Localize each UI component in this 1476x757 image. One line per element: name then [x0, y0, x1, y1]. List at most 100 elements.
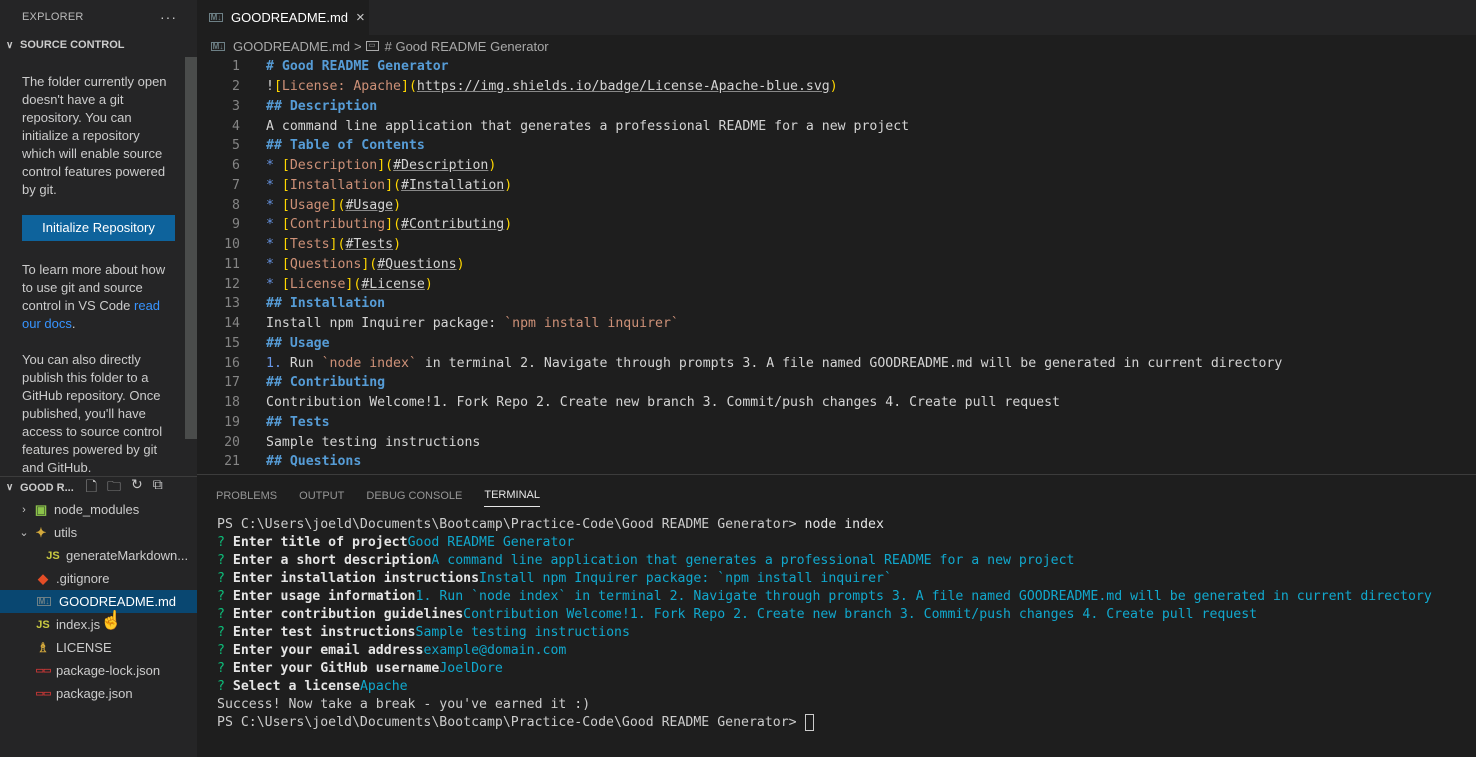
folder-header[interactable]: ∨ GOOD R... 🗋 🗀 ↻ ⧉ [0, 476, 197, 498]
tree-item-label: LICENSE [56, 640, 112, 655]
tab-goodreadme[interactable]: M↓ GOODREADME.md × [197, 0, 369, 35]
js-icon: JS [36, 618, 50, 631]
ellipsis-icon[interactable]: ··· [160, 9, 177, 25]
tab-terminal[interactable]: TERMINAL [484, 483, 540, 507]
tree-item-label: node_modules [54, 502, 140, 517]
line-number: 11 [224, 256, 240, 272]
code-line[interactable]: 12 * [License](#License) [197, 274, 1476, 294]
terminal-success-line: Success! Now take a break - you've earne… [217, 696, 591, 712]
line-content: * [Installation](#Installation) [266, 177, 513, 193]
initialize-repository-button[interactable]: Initialize Repository [22, 215, 175, 241]
terminal-cursor [804, 713, 814, 731]
line-content: * [License](#License) [266, 276, 433, 292]
line-number: 9 [232, 217, 240, 233]
line-content: Install npm Inquirer package: `npm insta… [266, 316, 679, 332]
tree-item-package-json[interactable]: ▭▭ package.json [0, 682, 197, 705]
new-file-icon[interactable]: 🗋 [86, 476, 97, 500]
tree-item-label: GOODREADME.md [59, 594, 177, 609]
tree-item-label: index.js [56, 617, 101, 632]
line-content: ## Tests [266, 414, 330, 430]
terminal-prompt-line: ? Select a license Apache [217, 678, 408, 694]
line-content: A command line application that generate… [266, 118, 910, 134]
explorer-title: EXPLORER [22, 11, 84, 23]
code-line[interactable]: 3 ## Description [197, 97, 1476, 117]
code-line[interactable]: 6 * [Description](#Description) [197, 156, 1476, 176]
learn-more-message: To learn more about how to use git and s… [22, 261, 175, 333]
license-icon: ♗ [37, 639, 49, 655]
tree-item-label: package-lock.json [56, 663, 161, 678]
code-line[interactable]: 2 ![License: Apache](https://img.shields.… [197, 77, 1476, 97]
sidebar-scrollbar[interactable] [185, 57, 197, 439]
code-line[interactable]: 5 ## Table of Contents [197, 136, 1476, 156]
tab-debug-console[interactable]: DEBUG CONSOLE [366, 484, 462, 507]
line-number: 19 [224, 414, 240, 430]
tab-label: GOODREADME.md [231, 10, 349, 25]
terminal[interactable]: PS C:\Users\joeld\Documents\Bootcamp\Pra… [197, 515, 1476, 731]
tree-item-index-js[interactable]: JS index.js [0, 613, 197, 636]
line-content: ## Table of Contents [266, 138, 425, 154]
collapse-all-icon[interactable]: ⧉ [153, 476, 163, 500]
close-icon[interactable]: × [356, 9, 365, 26]
source-control-body: The folder currently open doesn't have a… [0, 57, 185, 475]
code-line[interactable]: 20 Sample testing instructions [197, 432, 1476, 452]
tree-item-label: .gitignore [56, 571, 110, 586]
line-number: 15 [224, 335, 240, 351]
line-content: 1. Run `node index` in terminal 2. Navig… [266, 355, 1283, 371]
bottom-panel: PROBLEMS OUTPUT DEBUG CONSOLE TERMINAL P… [197, 474, 1476, 757]
code-editor[interactable]: 1 # Good README Generator 2 ![License: Apac… [197, 57, 1476, 474]
line-content: Contribution Welcome!1. Fork Repo 2. Cre… [266, 395, 1060, 411]
breadcrumb-symbol[interactable]: # Good README Generator [385, 39, 549, 54]
code-line[interactable]: 14 Install npm Inquirer package: `npm ins… [197, 314, 1476, 334]
tree-item-package-lock[interactable]: ▭▭ package-lock.json [0, 659, 197, 682]
line-number: 21 [224, 454, 240, 470]
terminal-prompt-line: ? Enter usage information 1. Run `node i… [217, 588, 1432, 604]
code-line[interactable]: 21 ## Questions [197, 452, 1476, 472]
code-line[interactable]: 9 * [Contributing](#Contributing) [197, 215, 1476, 235]
code-line[interactable]: 15 ## Usage [197, 334, 1476, 354]
tree-item-license[interactable]: ♗ LICENSE [0, 636, 197, 659]
code-line[interactable]: 10 * [Tests](#Tests) [197, 235, 1476, 255]
line-number: 5 [232, 138, 240, 154]
code-line[interactable]: 18 Contribution Welcome!1. Fork Repo 2. C… [197, 393, 1476, 413]
line-number: 17 [224, 375, 240, 391]
tree-item-node-modules[interactable]: › ▣ node_modules [0, 498, 197, 521]
line-content: ## Questions [266, 454, 362, 470]
line-number: 18 [224, 395, 240, 411]
line-number: 8 [232, 197, 240, 213]
code-line[interactable]: 1 # Good README Generator [197, 57, 1476, 77]
code-line[interactable]: 16 1. Run `node index` in terminal 2. Nav… [197, 353, 1476, 373]
breadcrumb-file[interactable]: GOODREADME.md [233, 39, 350, 54]
no-repo-message: The folder currently open doesn't have a… [22, 74, 167, 197]
learn-more-suffix: . [71, 316, 76, 331]
source-control-header[interactable]: ∨ SOURCE CONTROL [0, 34, 197, 56]
folder-icon: ✦ [35, 524, 47, 540]
terminal-command-line: PS C:\Users\joeld\Documents\Bootcamp\Pra… [217, 516, 884, 532]
chevron-down-icon: ∨ [6, 482, 14, 493]
line-number: 1 [232, 59, 240, 75]
code-line[interactable]: 17 ## Contributing [197, 373, 1476, 393]
tree-item-label: package.json [56, 686, 133, 701]
tree-item-goodreadme[interactable]: M↓ GOODREADME.md [0, 590, 197, 613]
terminal-prompt-line: ? Enter test instructions Sample testing… [217, 624, 630, 640]
line-number: 3 [232, 98, 240, 114]
tab-output[interactable]: OUTPUT [299, 484, 344, 507]
new-folder-icon[interactable]: 🗀 [107, 476, 121, 500]
line-number: 14 [224, 316, 240, 332]
code-line[interactable]: 7 * [Installation](#Installation) [197, 176, 1476, 196]
tree-item-utils[interactable]: ⌄ ✦ utils [0, 521, 197, 544]
code-line[interactable]: 8 * [Usage](#Usage) [197, 195, 1476, 215]
code-line[interactable]: 11 * [Questions](#Questions) [197, 255, 1476, 275]
tree-item-generate-markdown[interactable]: JS generateMarkdown... [0, 544, 197, 567]
line-number: 16 [224, 355, 240, 371]
refresh-icon[interactable]: ↻ [131, 476, 143, 500]
line-content: ## Contributing [266, 375, 386, 391]
code-line[interactable]: 13 ## Installation [197, 294, 1476, 314]
npm-icon: ▭▭ [35, 665, 51, 675]
code-line[interactable]: 19 ## Tests [197, 413, 1476, 433]
markdown-icon: M↓ [209, 13, 223, 22]
file-tree: › ▣ node_modules ⌄ ✦ utils JS generateMa… [0, 498, 197, 705]
terminal-prompt-line: ? Enter your GitHub username JoelDore [217, 660, 503, 676]
code-line[interactable]: 4 A command line application that generat… [197, 116, 1476, 136]
tree-item-gitignore[interactable]: ◆ .gitignore [0, 567, 197, 590]
tab-problems[interactable]: PROBLEMS [216, 484, 277, 507]
